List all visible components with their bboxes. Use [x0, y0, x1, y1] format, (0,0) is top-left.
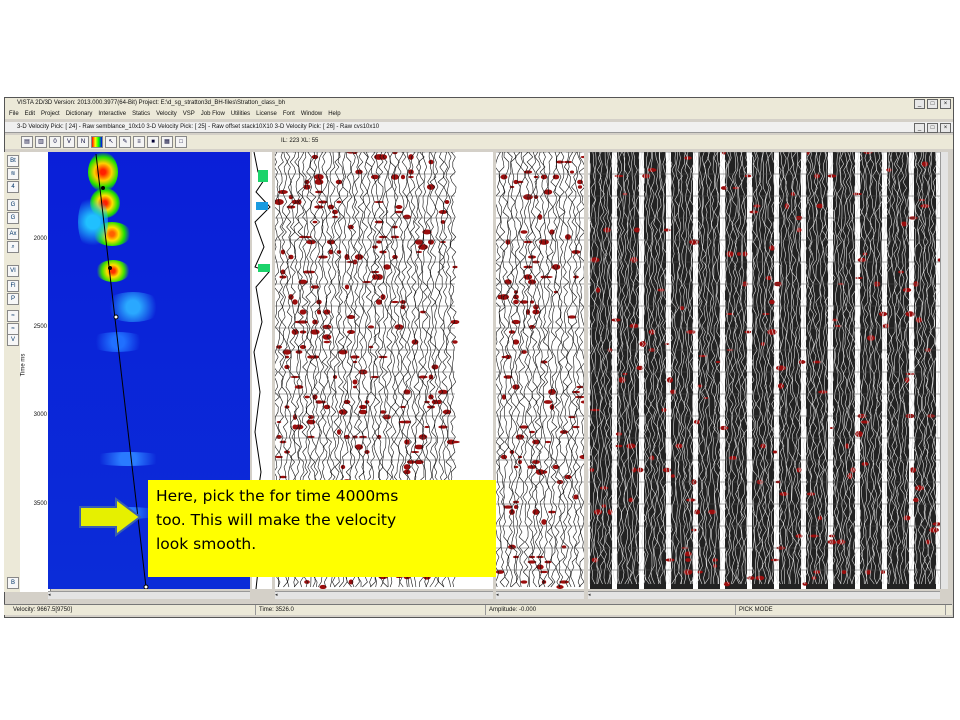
- instruction-callout: Here, pick the for time 4000ms too. This…: [148, 480, 496, 577]
- time-axis: 2000 2500 3000 3500 Time ms: [20, 152, 51, 592]
- nmo-icon[interactable]: ≋: [7, 168, 19, 180]
- maximize-icon[interactable]: □: [927, 99, 938, 109]
- color-icon[interactable]: [91, 136, 103, 148]
- pick-point: [108, 266, 112, 270]
- status-velocity: Velocity: 9667.5[9750]: [10, 605, 256, 615]
- minimize-icon[interactable]: _: [914, 99, 925, 109]
- tick-3500: 3500: [33, 501, 47, 507]
- menu-dictionary[interactable]: Dictionary: [66, 109, 93, 119]
- time-axis-label: Time ms: [20, 353, 27, 377]
- sub-maximize-icon[interactable]: □: [927, 123, 938, 133]
- menu-vsp[interactable]: VSP: [183, 109, 195, 119]
- window-controls: _ □ ×: [914, 99, 951, 109]
- menu-utilities[interactable]: Utilities: [231, 109, 250, 119]
- grid-icon[interactable]: ▦: [161, 136, 173, 148]
- zero-icon[interactable]: 0: [49, 136, 61, 148]
- inline-crossline-readout: IL: 223 XL: 55: [281, 138, 319, 144]
- fill-icon[interactable]: Fl: [7, 280, 19, 292]
- save-icon[interactable]: ▥: [35, 136, 47, 148]
- layers-icon[interactable]: ≡: [133, 136, 145, 148]
- stack-icon[interactable]: 4: [7, 181, 19, 193]
- menu-statics[interactable]: Statics: [132, 109, 150, 119]
- menu-velocity[interactable]: Velocity: [156, 109, 177, 119]
- stop-icon[interactable]: ■: [147, 136, 159, 148]
- status-time: Time: 3526.0: [256, 605, 486, 615]
- open-icon[interactable]: ▤: [21, 136, 33, 148]
- menu-file[interactable]: File: [9, 109, 19, 119]
- pick-point: [143, 584, 149, 589]
- sub-close-icon[interactable]: ×: [940, 123, 951, 133]
- close-icon[interactable]: ×: [940, 99, 951, 109]
- pencil-icon[interactable]: ✎: [119, 136, 131, 148]
- pick-point: [113, 314, 119, 320]
- n-icon[interactable]: N: [77, 136, 89, 148]
- semblance-scrollbar[interactable]: ◂: [48, 591, 250, 599]
- menu-help[interactable]: Help: [328, 109, 340, 119]
- cvs-panels-scrollbar[interactable]: ◂: [588, 591, 940, 599]
- menu-license[interactable]: License: [256, 109, 277, 119]
- vi-icon[interactable]: VI: [7, 265, 19, 277]
- zoom-icon[interactable]: ⌕: [7, 241, 19, 253]
- toolbar: ▤ ▥ 0 V N ↖ ✎ ≡ ■ ▦ □: [5, 135, 953, 149]
- tick-3000: 3000: [33, 412, 47, 418]
- green-icon[interactable]: V: [7, 334, 19, 346]
- tick-2500: 2500: [33, 324, 47, 330]
- callout-line-2: too. This will make the velocity: [156, 511, 397, 529]
- offset-scrollbar[interactable]: ◂: [275, 591, 493, 599]
- left-tool-palette: Bt ≋ 4 G G Ax ⌕ VI Fl P ≈ ≈ V B: [4, 152, 20, 592]
- pick-icon[interactable]: ↖: [105, 136, 117, 148]
- picks-icon[interactable]: P: [7, 293, 19, 305]
- cvs-panel: [887, 152, 909, 589]
- v-icon[interactable]: V: [63, 136, 75, 148]
- b-icon[interactable]: B: [7, 577, 19, 589]
- bt-icon[interactable]: Bt: [7, 155, 19, 167]
- app-titlebar: VISTA 2D/3D Version: 2013.000.3977(64-Bi…: [5, 98, 953, 109]
- cvs-scrollbar[interactable]: ◂: [496, 591, 584, 599]
- menu-window[interactable]: Window: [301, 109, 322, 119]
- menu-font[interactable]: Font: [283, 109, 295, 119]
- g-icon[interactable]: G: [7, 199, 19, 211]
- box-icon[interactable]: □: [175, 136, 187, 148]
- menu-jobflow[interactable]: Job Flow: [201, 109, 225, 119]
- blue-icon[interactable]: ≈: [7, 310, 19, 322]
- menu-project[interactable]: Project: [41, 109, 60, 119]
- callout-line-3: look smooth.: [156, 535, 257, 553]
- status-bar: Velocity: 9667.5[9750] Time: 3526.0 Ampl…: [4, 604, 952, 615]
- yellow-arrow-icon: [79, 497, 142, 537]
- pick-point: [101, 186, 105, 190]
- cvs-stack-panel[interactable]: [496, 152, 584, 589]
- subwindow-title: 3-D Velocity Pick: [ 24] - Raw semblance…: [17, 124, 380, 130]
- sub-minimize-icon[interactable]: _: [914, 123, 925, 133]
- app-title: VISTA 2D/3D Version: 2013.000.3977(64-Bi…: [17, 100, 286, 106]
- status-amplitude: Amplitude: -0.000: [486, 605, 736, 615]
- subwindow-controls: _ □ ×: [914, 123, 951, 133]
- tick-2000: 2000: [33, 236, 47, 242]
- status-mode: PICK MODE: [736, 605, 946, 615]
- cvs-panel: [833, 152, 855, 589]
- gather-icon[interactable]: G: [7, 212, 19, 224]
- callout-line-1: Here, pick the for time 4000ms: [156, 487, 399, 505]
- vertical-scrollbar[interactable]: [940, 152, 948, 589]
- cvs-panels[interactable]: [588, 152, 940, 589]
- ax-icon[interactable]: Ax: [7, 228, 19, 240]
- menu-bar: File Edit Project Dictionary Interactive…: [5, 109, 953, 119]
- menu-edit[interactable]: Edit: [25, 109, 35, 119]
- subwindow-titlebar: 3-D Velocity Pick: [ 24] - Raw semblance…: [5, 122, 953, 133]
- menu-interactive[interactable]: Interactive: [98, 109, 126, 119]
